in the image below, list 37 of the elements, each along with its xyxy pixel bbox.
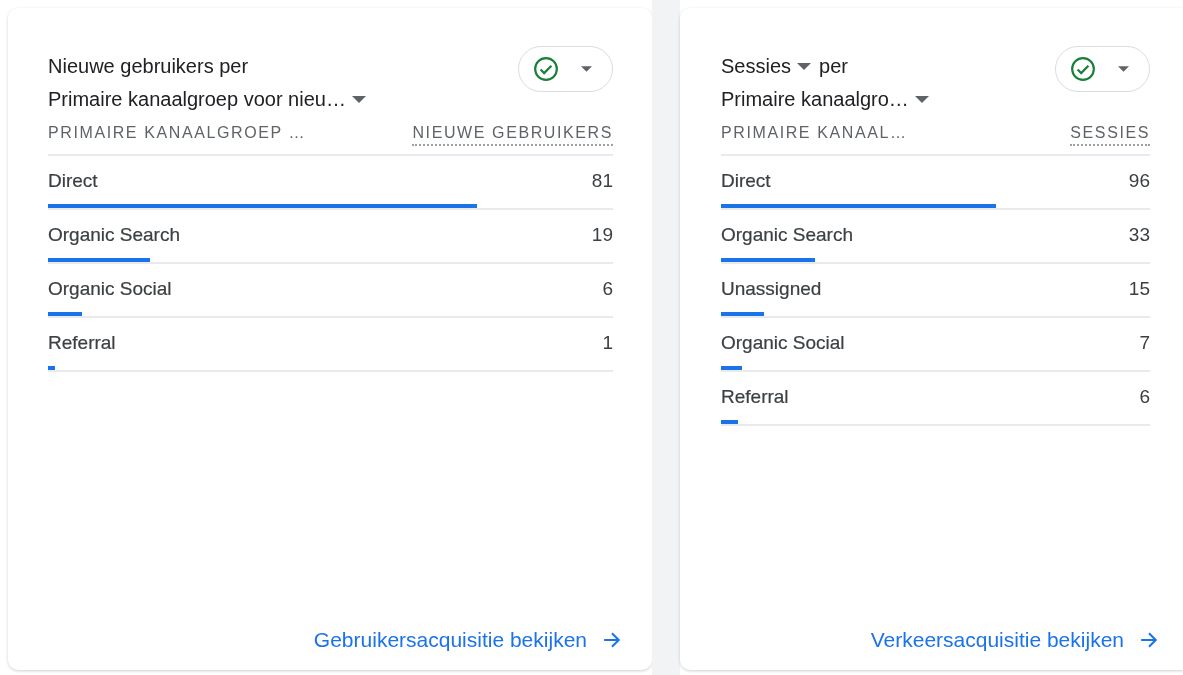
column-header: PRIMAIRE KANAALGROEP … — [48, 124, 307, 143]
row-label: Organic Social — [721, 332, 845, 354]
column-header[interactable]: NIEUWE GEBRUIKERS — [412, 124, 613, 146]
title-dropdown[interactable]: Sessies — [721, 50, 812, 83]
card-title: per — [819, 54, 848, 79]
row-value: 7 — [1139, 332, 1150, 354]
title-dropdown[interactable]: Primaire kanaalgro… — [721, 83, 929, 116]
row-label: Direct — [721, 170, 771, 192]
row-label: Referral — [721, 386, 789, 408]
row-value: 6 — [602, 278, 613, 300]
row-label: Unassigned — [721, 278, 822, 300]
row-label: Direct — [48, 170, 98, 192]
row-label: Referral — [48, 332, 116, 354]
row-value: 1 — [602, 332, 613, 354]
row-value: 19 — [591, 224, 613, 246]
report-link[interactable]: Gebruikersacquisitie bekijken — [313, 628, 621, 652]
caret-icon — [1118, 66, 1129, 72]
check-circle-icon — [1070, 56, 1096, 82]
row-label: Organic Social — [48, 278, 172, 300]
row-value: 96 — [1128, 170, 1150, 192]
card-title: Nieuwe gebruikers per — [48, 54, 249, 79]
check-circle-icon — [533, 56, 559, 82]
compare-button[interactable] — [518, 46, 613, 92]
row-value: 15 — [1128, 278, 1150, 300]
report-link[interactable]: Verkeersacquisitie bekijken — [870, 628, 1158, 652]
row-value: 81 — [591, 170, 613, 192]
title-dropdown[interactable]: Primaire kanaalgroep voor nieu… — [48, 83, 366, 116]
compare-button[interactable] — [1055, 46, 1150, 92]
caret-icon — [581, 66, 592, 72]
row-label: Organic Search — [48, 224, 180, 246]
arrow-right-icon — [1140, 631, 1158, 649]
arrow-right-icon — [603, 631, 621, 649]
column-header[interactable]: SESSIES — [1070, 124, 1150, 146]
row-value: 33 — [1128, 224, 1150, 246]
column-header: PRIMAIRE KANAAL… — [721, 124, 908, 143]
row-label: Organic Search — [721, 224, 853, 246]
row-value: 6 — [1139, 386, 1150, 408]
